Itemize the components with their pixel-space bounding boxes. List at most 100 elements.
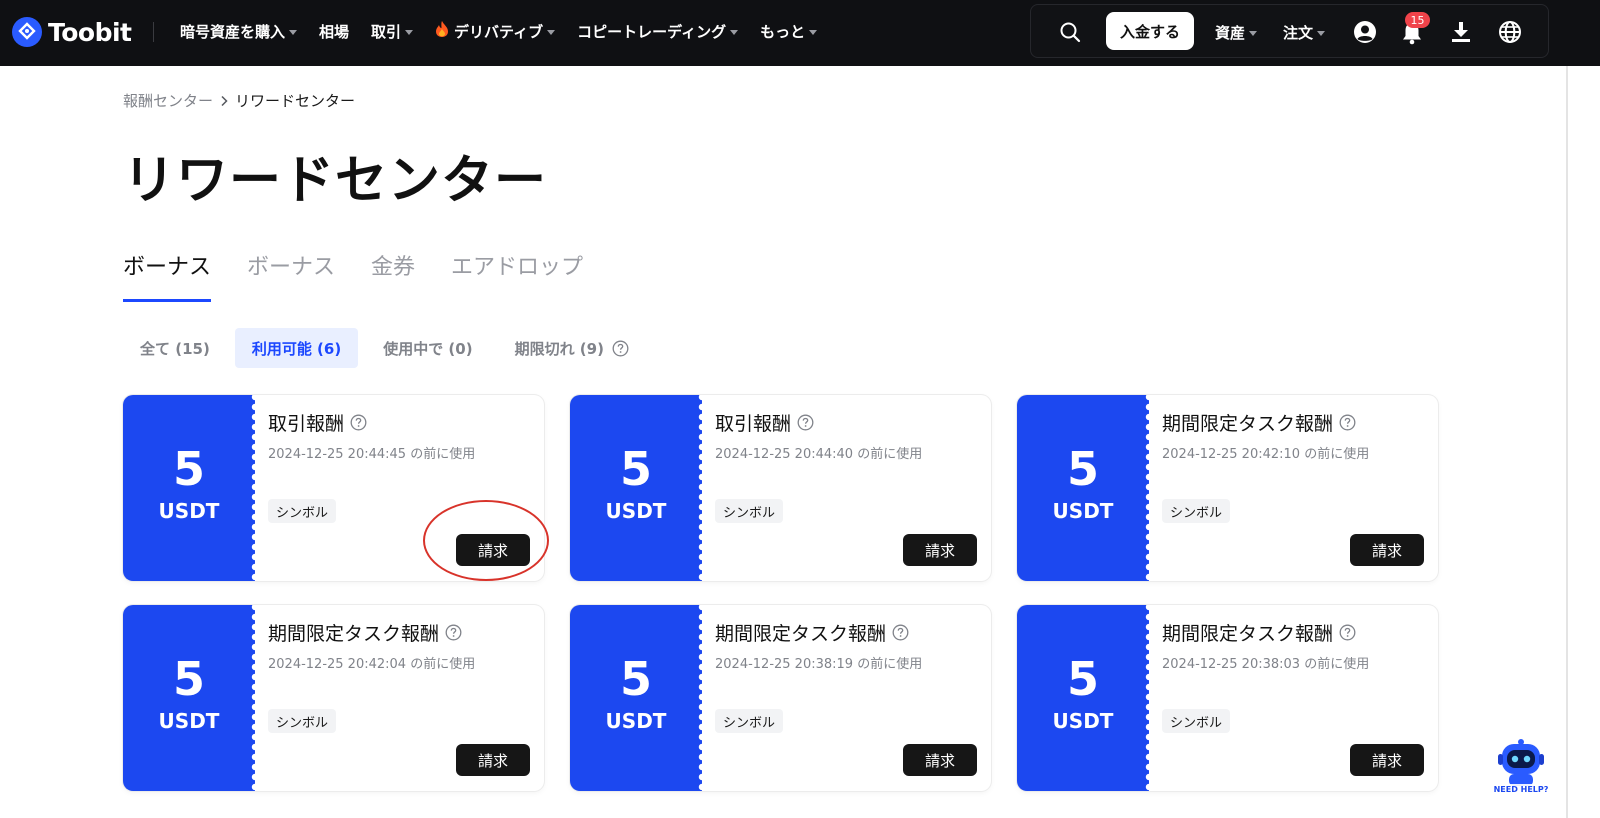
reward-expiry: 2024-12-25 20:38:03 の前に使用 (1162, 657, 1370, 672)
claim-button[interactable]: 請求 (903, 534, 977, 566)
logo-icon (12, 17, 42, 47)
filter-available[interactable]: 利用可能 (6) (234, 328, 359, 368)
caret-down-icon (730, 29, 739, 35)
menu-buy-crypto-label: 暗号資産を購入 (180, 22, 286, 41)
help-icon[interactable] (1339, 414, 1356, 431)
scrollbar-track[interactable] (1566, 66, 1568, 818)
brand-logo[interactable]: Toobit (12, 15, 132, 49)
help-icon[interactable] (797, 414, 814, 431)
help-icon[interactable] (445, 624, 462, 641)
reward-title: 期間限定タスク報酬 (715, 619, 909, 646)
tab-bonus-2[interactable]: ボーナス (247, 252, 335, 302)
menu-buy-crypto[interactable]: 暗号資産を購入 (180, 21, 298, 42)
main-menu: 暗号資産を購入 相場 取引 デリバティブ コピートレーディング もっと (180, 0, 839, 62)
assets-menu[interactable]: 資産 (1215, 19, 1258, 45)
reward-card: 5 USDT 取引報酬 2024-12-25 20:44:45 の前に使用 シン… (123, 395, 544, 581)
reward-title-text: 期間限定タスク報酬 (1162, 413, 1334, 435)
reward-amount-panel: 5 USDT (1017, 605, 1153, 791)
filter-all[interactable]: 全て (15) (123, 328, 227, 368)
reward-title-text: 期間限定タスク報酬 (1162, 623, 1334, 645)
orders-menu[interactable]: 注文 (1283, 19, 1326, 45)
support-bot-icon[interactable]: NEED HELP? (1494, 738, 1549, 796)
reward-unit: USDT (605, 709, 667, 733)
reward-amount-panel: 5 USDT (123, 605, 259, 791)
reward-title-text: 期間限定タスク報酬 (715, 623, 887, 645)
orders-label: 注文 (1283, 23, 1314, 42)
reward-amount-panel: 5 USDT (570, 395, 706, 581)
reward-amount: 5 (1066, 442, 1099, 496)
menu-derivatives[interactable]: デリバティブ (435, 20, 556, 42)
menu-copy-trading[interactable]: コピートレーディング (577, 21, 739, 42)
reward-unit: USDT (158, 709, 220, 733)
filter-in-use[interactable]: 使用中で (0) (366, 328, 489, 368)
reward-tag: シンボル (715, 499, 784, 523)
reward-card: 5 USDT 期間限定タスク報酬 2024-12-25 20:42:04 の前に… (123, 605, 544, 791)
filter-expired[interactable]: 期限切れ (9) (498, 328, 646, 368)
menu-more-label: もっと (760, 22, 806, 41)
reward-amount-panel: 5 USDT (570, 605, 706, 791)
caret-down-icon (405, 29, 414, 35)
tab-vouchers[interactable]: 金券 (371, 252, 415, 302)
tab-airdrop[interactable]: エアドロップ (451, 252, 583, 302)
deposit-button[interactable]: 入金する (1106, 12, 1194, 50)
reward-amount: 5 (1066, 652, 1099, 706)
globe-icon[interactable] (1497, 19, 1523, 45)
reward-unit: USDT (1052, 499, 1114, 523)
download-icon[interactable] (1449, 19, 1473, 45)
menu-copy-trading-label: コピートレーディング (577, 22, 727, 41)
menu-markets[interactable]: 相場 (319, 21, 349, 42)
reward-title: 取引報酬 (715, 409, 814, 436)
tab-bonus[interactable]: ボーナス (123, 252, 212, 302)
claim-button[interactable]: 請求 (1350, 534, 1424, 566)
reward-title: 期間限定タスク報酬 (1162, 409, 1356, 436)
caret-down-icon (1317, 30, 1326, 36)
reward-tag: シンボル (268, 499, 337, 523)
reward-title: 期間限定タスク報酬 (268, 619, 462, 646)
reward-tag: シンボル (715, 709, 784, 733)
reward-expiry: 2024-12-25 20:42:10 の前に使用 (1162, 447, 1370, 462)
reward-amount: 5 (619, 652, 652, 706)
search-icon[interactable] (1058, 20, 1082, 44)
reward-tag: シンボル (1162, 709, 1231, 733)
top-nav-bar: Toobit 暗号資産を購入 相場 取引 デリバティブ コピートレーディング も… (0, 0, 1600, 66)
reward-title-text: 取引報酬 (715, 413, 792, 435)
user-avatar-icon[interactable] (1352, 19, 1378, 45)
reward-title: 取引報酬 (268, 409, 367, 436)
reward-unit: USDT (158, 499, 220, 523)
help-icon[interactable] (612, 340, 629, 357)
nav-divider (153, 22, 154, 42)
caret-down-icon (289, 29, 298, 35)
caret-down-icon (809, 29, 818, 35)
help-icon[interactable] (350, 414, 367, 431)
reward-amount-panel: 5 USDT (1017, 395, 1153, 581)
reward-amount: 5 (172, 442, 205, 496)
reward-unit: USDT (605, 499, 667, 523)
reward-expiry: 2024-12-25 20:44:45 の前に使用 (268, 447, 476, 462)
reward-title-text: 期間限定タスク報酬 (268, 623, 440, 645)
reward-card: 5 USDT 期間限定タスク報酬 2024-12-25 20:42:10 の前に… (1017, 395, 1438, 581)
menu-more[interactable]: もっと (760, 21, 818, 42)
menu-trade-label: 取引 (371, 22, 402, 41)
breadcrumb: 報酬センター リワードセンター (123, 90, 355, 111)
claim-button[interactable]: 請求 (903, 744, 977, 776)
claim-button[interactable]: 請求 (1350, 744, 1424, 776)
chevron-right-icon (219, 95, 229, 107)
breadcrumb-parent-link[interactable]: 報酬センター (123, 90, 213, 111)
help-icon[interactable] (892, 624, 909, 641)
reward-amount-panel: 5 USDT (123, 395, 259, 581)
help-icon[interactable] (1339, 624, 1356, 641)
reward-expiry: 2024-12-25 20:42:04 の前に使用 (268, 657, 476, 672)
reward-type-tabs: ボーナス ボーナス 金券 エアドロップ (123, 252, 619, 302)
claim-button[interactable]: 請求 (456, 744, 530, 776)
reward-amount: 5 (172, 652, 205, 706)
reward-amount: 5 (619, 442, 652, 496)
menu-trade[interactable]: 取引 (371, 21, 414, 42)
reward-card: 5 USDT 取引報酬 2024-12-25 20:44:40 の前に使用 シン… (570, 395, 991, 581)
assets-label: 資産 (1215, 23, 1246, 42)
page-title: リワードセンター (123, 151, 548, 211)
caret-down-icon (1249, 30, 1258, 36)
claim-button[interactable]: 請求 (456, 534, 530, 566)
notification-badge: 15 (1405, 12, 1430, 28)
fire-icon (435, 20, 449, 42)
caret-down-icon (547, 29, 556, 35)
